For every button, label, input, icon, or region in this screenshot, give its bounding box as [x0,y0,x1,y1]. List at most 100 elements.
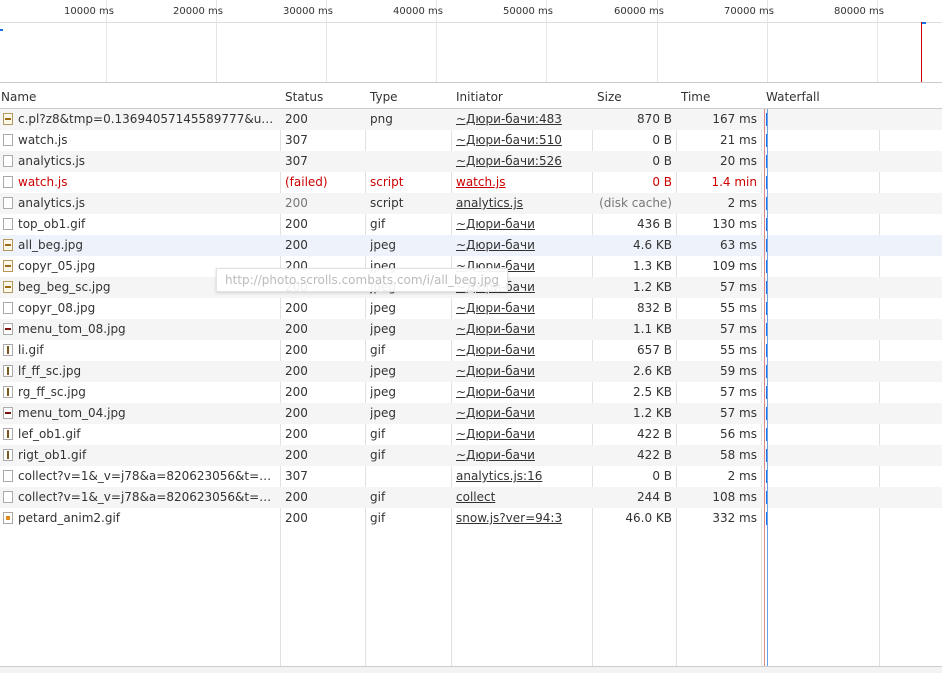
request-status: 200 [285,406,308,420]
request-initiator-link[interactable]: snow.js?ver=94:3 [456,508,590,529]
table-row[interactable]: lf_ff_sc.jpg 200 jpeg ~Дюри-бачи 2.6 KB 59 ms [0,361,942,382]
timeline-tick-label: 10000 ms [64,6,114,17]
timeline-tick-label: 80000 ms [834,6,884,17]
table-row[interactable]: analytics.js 307 ~Дюри-бачи:526 0 B 20 ms [0,151,942,172]
document-file-icon [3,491,13,503]
request-type: jpeg [370,385,396,399]
request-name[interactable]: petard_anim2.gif [18,508,278,529]
table-row[interactable]: c.pl?z8&tmp=0.13694057145589777&uname=..… [0,109,942,130]
request-initiator-link[interactable]: analytics.js:16 [456,466,590,487]
request-initiator-link[interactable]: ~Дюри-бачи [456,445,590,466]
request-initiator-link[interactable]: ~Дюри-бачи [456,403,590,424]
request-status: 307 [285,469,308,483]
table-row[interactable]: menu_tom_08.jpg 200 jpeg ~Дюри-бачи 1.1 KB 57… [0,319,942,340]
request-initiator-link[interactable]: ~Дюри-бачи:526 [456,151,590,172]
request-time: 59 ms [719,364,757,378]
timeline-overview[interactable]: 10000 ms 20000 ms 30000 ms 40000 ms 5000… [0,0,942,83]
request-name[interactable]: copyr_08.jpg [18,298,278,319]
request-initiator-link[interactable]: ~Дюри-бачи [456,424,590,445]
request-time: 58 ms [719,448,757,462]
request-name[interactable]: rigt_ob1.gif [18,445,278,466]
timeline-tick-label: 50000 ms [503,6,553,17]
request-status: 200 [285,511,308,525]
timeline-tick-label: 20000 ms [173,6,223,17]
request-initiator-link[interactable]: ~Дюри-бачи:510 [456,130,590,151]
request-initiator-link[interactable]: collect [456,487,590,508]
waterfall-load-line [764,109,765,672]
column-header-type[interactable]: Type [366,86,398,108]
request-name[interactable]: lf_ff_sc.jpg [18,361,278,382]
request-type: gif [370,217,386,231]
table-row[interactable]: menu_tom_04.jpg 200 jpeg ~Дюри-бачи 1.2 KB 57… [0,403,942,424]
request-name[interactable]: analytics.js [18,151,278,172]
request-size: 422 B [637,448,672,462]
request-status: 200 [285,385,308,399]
request-time: 130 ms [712,217,757,231]
request-initiator-link[interactable]: ~Дюри-бачи [456,298,590,319]
request-time: 21 ms [719,133,757,147]
timeline-tick-label: 70000 ms [724,6,774,17]
document-file-icon [3,134,13,146]
table-row[interactable]: rg_ff_sc.jpg 200 jpeg ~Дюри-бачи 2.5 KB 57 ms [0,382,942,403]
request-status: 200 [285,364,308,378]
table-header: Name Status Type Initiator Size Time Wat… [0,86,942,109]
request-type [370,130,450,151]
timeline-request-marker [922,22,926,24]
document-file-icon [3,197,13,209]
image-file-icon [3,512,13,524]
column-header-initiator[interactable]: Initiator [452,86,503,108]
table-row[interactable]: lef_ob1.gif 200 gif ~Дюри-бачи 422 B 56 ms [0,424,942,445]
request-time: 56 ms [719,427,757,441]
column-header-name[interactable]: Name [0,86,36,108]
request-name[interactable]: watch.js [18,130,278,151]
table-row[interactable]: watch.js (failed) script watch.js 0 B 1.4 min [0,172,942,193]
request-initiator-link[interactable]: ~Дюри-бачи [456,214,590,235]
column-header-time[interactable]: Time [677,86,710,108]
request-initiator-link[interactable]: ~Дюри-бачи:483 [456,109,590,130]
request-size: 870 B [637,112,672,126]
table-row[interactable]: all_beg.jpg 200 jpeg ~Дюри-бачи 4.6 KB 63 ms [0,235,942,256]
image-file-icon [3,449,13,461]
table-row[interactable]: petard_anim2.gif 200 gif snow.js?ver=94:3 46… [0,508,942,529]
request-initiator-link[interactable]: ~Дюри-бачи [456,319,590,340]
request-name[interactable]: collect?v=1&_v=j78&a=820623056&t=pagevi.… [18,487,278,508]
request-type: gif [370,427,386,441]
request-name[interactable]: menu_tom_08.jpg [18,319,278,340]
table-row[interactable]: collect?v=1&_v=j78&a=820623056&t=pagevi.… [0,487,942,508]
table-row[interactable]: copyr_08.jpg 200 jpeg ~Дюри-бачи 832 B 55 ms [0,298,942,319]
request-initiator-link[interactable]: ~Дюри-бачи [456,235,590,256]
request-status: (failed) [285,175,328,189]
column-header-status[interactable]: Status [281,86,323,108]
table-row[interactable]: collect?v=1&_v=j78&a=820623056&t=pagevi.… [0,466,942,487]
image-file-icon [3,113,13,125]
request-name[interactable]: analytics.js [18,193,278,214]
image-file-icon [3,386,13,398]
column-header-waterfall[interactable]: Waterfall [762,86,820,108]
request-name[interactable]: lef_ob1.gif [18,424,278,445]
column-header-size[interactable]: Size [593,86,622,108]
request-name[interactable]: li.gif [18,340,278,361]
document-file-icon [3,176,13,188]
request-name[interactable]: watch.js [18,172,278,193]
request-name[interactable]: rg_ff_sc.jpg [18,382,278,403]
image-file-icon [3,260,13,272]
request-size: (disk cache) [599,196,672,210]
request-name[interactable]: all_beg.jpg [18,235,278,256]
table-row[interactable]: li.gif 200 gif ~Дюри-бачи 657 B 55 ms [0,340,942,361]
table-row[interactable]: rigt_ob1.gif 200 gif ~Дюри-бачи 422 B 58 ms [0,445,942,466]
request-initiator-link[interactable]: ~Дюри-бачи [456,361,590,382]
request-status: 200 [285,490,308,504]
request-initiator-link[interactable]: watch.js [456,172,590,193]
request-name[interactable]: menu_tom_04.jpg [18,403,278,424]
table-row[interactable]: analytics.js 200 script analytics.js (disk c… [0,193,942,214]
table-row[interactable]: top_ob1.gif 200 gif ~Дюри-бачи 436 B 130 ms [0,214,942,235]
request-name[interactable]: c.pl?z8&tmp=0.13694057145589777&uname=..… [18,109,278,130]
request-name[interactable]: top_ob1.gif [18,214,278,235]
table-row[interactable]: watch.js 307 ~Дюри-бачи:510 0 B 21 ms [0,130,942,151]
image-file-icon [3,281,13,293]
request-name[interactable]: collect?v=1&_v=j78&a=820623056&t=pagevi.… [18,466,278,487]
request-initiator-link[interactable]: analytics.js [456,193,590,214]
request-initiator-link[interactable]: ~Дюри-бачи [456,382,590,403]
request-type: gif [370,511,386,525]
request-initiator-link[interactable]: ~Дюри-бачи [456,340,590,361]
